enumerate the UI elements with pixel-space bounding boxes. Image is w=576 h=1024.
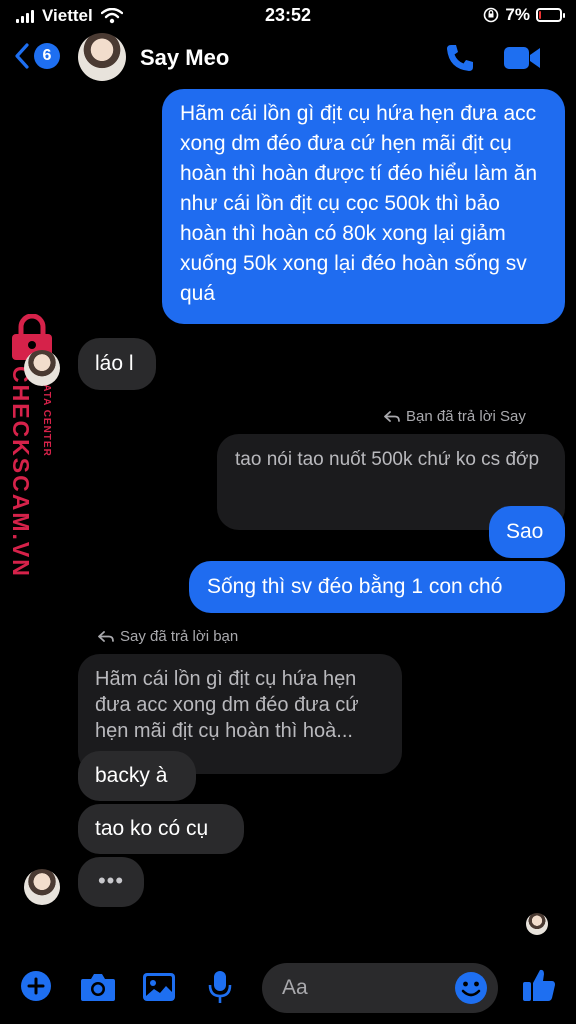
message-outgoing[interactable]: Sao [489,506,565,558]
status-bar: Viettel 23:52 7% [0,0,576,30]
reply-note-label: Bạn đã trả lời Say [406,408,526,425]
contact-avatar[interactable] [78,33,126,81]
battery-icon [536,8,565,22]
reply-note: Say đã trả lời bạn [98,628,238,645]
contact-name[interactable]: Say Meo [140,45,229,71]
home-indicator-area [0,1018,576,1024]
composer-bar [0,958,576,1018]
message-input-wrapper [262,963,498,1013]
reply-note-label: Say đã trả lời bạn [120,628,239,645]
back-button[interactable]: 6 [14,42,60,70]
watermark-brand: CHECKSCAM.VN [8,366,34,578]
plus-icon[interactable] [20,970,52,1002]
message-incoming[interactable]: tao ko có cụ [78,804,244,854]
microphone-icon[interactable] [208,970,232,1004]
orientation-lock-icon [484,7,499,23]
message-input[interactable] [282,973,442,1003]
unread-count-badge: 6 [34,43,60,69]
video-camera-icon[interactable] [503,44,541,72]
chat-header: 6 Say Meo [0,30,576,88]
message-outgoing[interactable]: Hãm cái lồn gì địt cụ hứa hẹn đưa acc xo… [162,89,565,324]
reply-note: Bạn đã trả lời Say [384,408,526,425]
message-incoming[interactable]: backy à [78,751,196,801]
chevron-left-icon [15,43,29,69]
battery-fill [539,11,541,19]
camera-icon[interactable] [80,972,116,1002]
read-receipt-avatar [526,913,548,935]
image-icon[interactable] [142,972,176,1002]
message-incoming[interactable]: láo l [78,338,156,390]
watermark-sub: DATA CENTER [41,376,52,457]
status-right: 7% [483,5,565,25]
sender-avatar[interactable] [24,350,60,386]
battery-percent: 7% [505,5,530,24]
emoji-icon[interactable] [454,971,488,1005]
reply-arrow-icon [98,630,114,642]
message-outgoing[interactable]: Sống thì sv đéo bằng 1 con chó [189,561,565,613]
sender-avatar[interactable] [24,869,60,905]
phone-icon[interactable] [444,42,476,74]
thumbs-up-icon[interactable] [522,967,556,1003]
watermark: CHECKSCAM.VN DATA CENTER [4,314,64,578]
typing-indicator: ••• [78,857,144,907]
reply-arrow-icon [384,410,400,422]
